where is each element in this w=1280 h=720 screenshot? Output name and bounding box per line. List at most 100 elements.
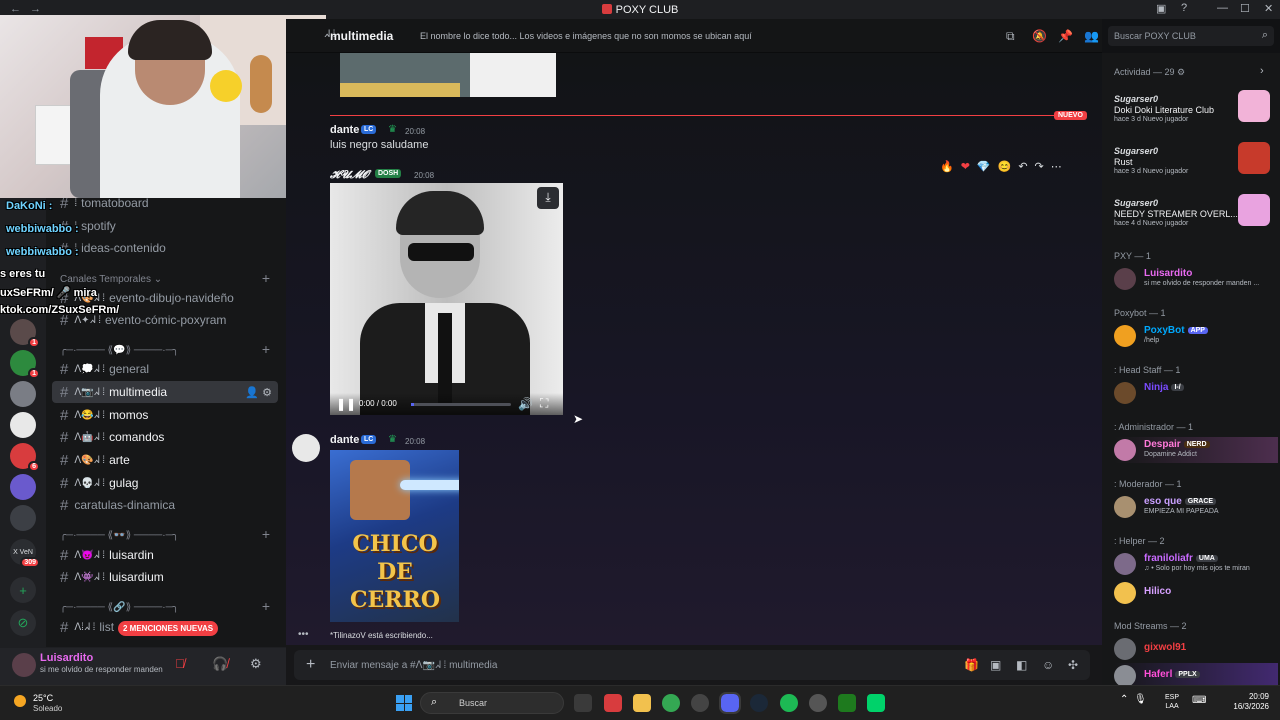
close-button[interactable]: ✕ <box>1264 2 1273 15</box>
avatar[interactable] <box>292 434 320 462</box>
sticker-icon[interactable]: ◧ <box>1016 658 1027 672</box>
channel-caratulas[interactable]: # caratulas-dinamica <box>52 494 278 516</box>
channel-gulag[interactable]: # ꓥ💀ᖽ ⁞ gulag <box>52 472 278 494</box>
file-explorer-icon[interactable] <box>633 694 651 712</box>
microphone-icon[interactable]: 🎙 <box>1134 694 1147 705</box>
terminal-icon[interactable] <box>838 694 856 712</box>
gear-icon[interactable]: ⚙ <box>250 656 262 672</box>
member-item[interactable]: Haferl PPLX <box>1114 663 1278 685</box>
app-icon[interactable] <box>867 694 885 712</box>
deafen-icon[interactable]: 🎧̸ <box>212 656 228 672</box>
member-item[interactable]: franiloliafr UMA ♫ • Solo por hoy mis ojo… <box>1114 551 1278 577</box>
mute-icon[interactable]: 🎙̸ <box>175 656 185 671</box>
reaction-heart-icon[interactable]: ❤ <box>961 160 970 173</box>
add-channel-icon[interactable]: + <box>262 526 270 542</box>
network-icon[interactable]: ⌨ <box>1192 695 1206 706</box>
reply-icon[interactable]: ↶ <box>1018 160 1027 173</box>
clock[interactable]: 20:09 16/3/2026 <box>1215 692 1269 712</box>
channel-settings-icon[interactable]: 👤 ⚙ <box>245 386 272 399</box>
activity-card[interactable]: Sugarser0 Rust hace 3 d Nuevo jugador <box>1114 142 1274 192</box>
server-icon[interactable]: 1 <box>10 319 40 348</box>
discord-icon[interactable] <box>719 692 741 714</box>
language-indicator[interactable]: ESP LAA <box>1165 693 1179 711</box>
gif-icon[interactable]: ▣ <box>990 658 1001 672</box>
server-icon[interactable]: 6 <box>10 443 40 472</box>
add-channel-icon[interactable]: + <box>262 270 270 286</box>
category-main[interactable]: ╭─·──── ⟪💬⟫ ────·─╮ <box>60 345 179 356</box>
steam-icon[interactable] <box>750 694 768 712</box>
inbox-icon[interactable]: ▣ <box>1156 2 1166 15</box>
app-icon[interactable] <box>809 694 827 712</box>
weather-widget[interactable]: 25°C Soleado <box>12 691 82 717</box>
start-icon[interactable] <box>396 695 412 711</box>
video-player[interactable]: ⤓ <box>330 183 563 415</box>
spotify-icon[interactable] <box>780 694 798 712</box>
maximize-button[interactable]: ☐ <box>1240 2 1250 15</box>
pause-icon[interactable]: ❚❚ <box>336 397 356 411</box>
add-server-icon[interactable]: + <box>10 577 36 603</box>
system-tray[interactable]: ⌃ 🎙 <box>1120 694 1147 705</box>
member-item[interactable]: Luisardito si me olvido de responder man… <box>1114 266 1278 292</box>
download-icon[interactable]: ⤓ <box>537 187 559 209</box>
add-reaction-icon[interactable]: 😊 <box>998 160 1012 173</box>
new-mentions-pill[interactable]: 2 MENCIONES NUEVAS <box>118 621 219 636</box>
channel-luisardium[interactable]: # ꓥ👾ᖽ ⁞ luisardium <box>52 566 278 588</box>
channel-luisardin[interactable]: # ꓥ😈ᖽ ⁞ luisardin <box>52 544 278 566</box>
discover-icon[interactable]: ⊘ <box>10 610 36 636</box>
channel-general[interactable]: # ꓥ💭ᖽ ⁞ general <box>52 358 278 380</box>
member-item[interactable]: gixwol91 <box>1114 636 1278 662</box>
channel-topic[interactable]: El nombre lo dice todo... Los videos e i… <box>420 31 752 41</box>
obs-icon[interactable] <box>691 694 709 712</box>
server-icon[interactable] <box>10 505 36 531</box>
reaction-fire-icon[interactable]: 🔥 <box>940 160 954 173</box>
member-item[interactable]: eso que GRACE EMPIEZA MI PAPEADA <box>1114 494 1278 520</box>
message-author[interactable]: dante <box>330 124 359 136</box>
channel-comandos[interactable]: # ꓥ🤖ᖽ ⁞ comandos <box>52 426 278 448</box>
avatar[interactable] <box>12 653 36 677</box>
volume-icon[interactable]: 🔊 <box>518 397 533 411</box>
video-scrubber[interactable] <box>411 403 511 406</box>
member-item[interactable]: Hilico <box>1114 580 1278 606</box>
more-icon[interactable]: ⋯ <box>1051 160 1062 173</box>
member-item[interactable]: PoxyBot APP /help <box>1114 323 1278 349</box>
category-links[interactable]: ╭─·──── ⟪🔗⟫ ────·─╮ <box>60 602 179 613</box>
member-list-icon[interactable]: 👥 <box>1084 29 1099 43</box>
message-image[interactable] <box>340 53 556 97</box>
fullscreen-icon[interactable]: ⛶ <box>540 396 548 411</box>
attach-icon[interactable]: + <box>306 656 315 674</box>
message-author[interactable]: dante <box>330 434 359 446</box>
server-icon[interactable] <box>10 474 36 500</box>
emoji-icon[interactable]: ☺ <box>1042 658 1054 672</box>
category-extra[interactable]: ╭─·──── ⟪👓⟫ ────·─╮ <box>60 530 179 541</box>
member-item[interactable]: Ninja I-/ <box>1114 380 1278 406</box>
activity-card[interactable]: Sugarser0 Doki Doki Literature Club hace… <box>1114 90 1274 140</box>
add-channel-icon[interactable]: + <box>262 341 270 357</box>
activity-card[interactable]: Sugarser0 NEEDY STREAMER OVERL... hace 4… <box>1114 194 1274 244</box>
gift-icon[interactable]: 🎁 <box>964 658 979 672</box>
user-name[interactable]: Luisardito <box>40 652 93 664</box>
chevron-right-icon[interactable]: › <box>1260 65 1264 77</box>
reaction-gem-icon[interactable]: 💎 <box>977 160 991 173</box>
message-input[interactable]: + Enviar mensaje a #ꓥ📷ᖽ ⁞ multimedia 🎁 ▣… <box>294 650 1090 680</box>
channel-multimedia[interactable]: # ꓥ📷ᖽ ⁞ multimedia 👤 ⚙ <box>52 381 278 403</box>
add-channel-icon[interactable]: + <box>262 598 270 614</box>
server-icon[interactable]: 1 <box>10 350 40 379</box>
message-image[interactable]: CHICO DE CERRO <box>330 450 459 622</box>
pin-icon[interactable]: 📌 <box>1058 29 1073 43</box>
server-icon[interactable] <box>10 381 36 407</box>
help-icon[interactable]: ? <box>1181 2 1187 14</box>
search-input[interactable]: Buscar POXY CLUB ⌕ <box>1108 26 1274 46</box>
threads-icon[interactable]: ⧉ <box>1006 29 1015 44</box>
member-item[interactable]: Despair NERD Dopamine Addict <box>1114 437 1278 463</box>
message-author[interactable]: 𝓗𝓤𝓜𝓞 <box>330 168 369 182</box>
server-folder[interactable]: X VeN 309 <box>10 539 40 568</box>
forward-icon[interactable]: ↷ <box>1035 160 1044 173</box>
chrome-icon[interactable] <box>662 694 680 712</box>
chevron-up-icon[interactable]: ⌃ <box>1120 694 1128 705</box>
taskbar-search[interactable]: ⌕ Buscar <box>420 692 564 714</box>
app-icon[interactable] <box>604 694 622 712</box>
channel-momos[interactable]: # ꓥ😂ᖽ ⁞ momos <box>52 404 278 426</box>
task-view-icon[interactable] <box>574 694 592 712</box>
minimize-button[interactable]: — <box>1217 2 1228 14</box>
apps-icon[interactable]: ✣ <box>1068 658 1078 672</box>
